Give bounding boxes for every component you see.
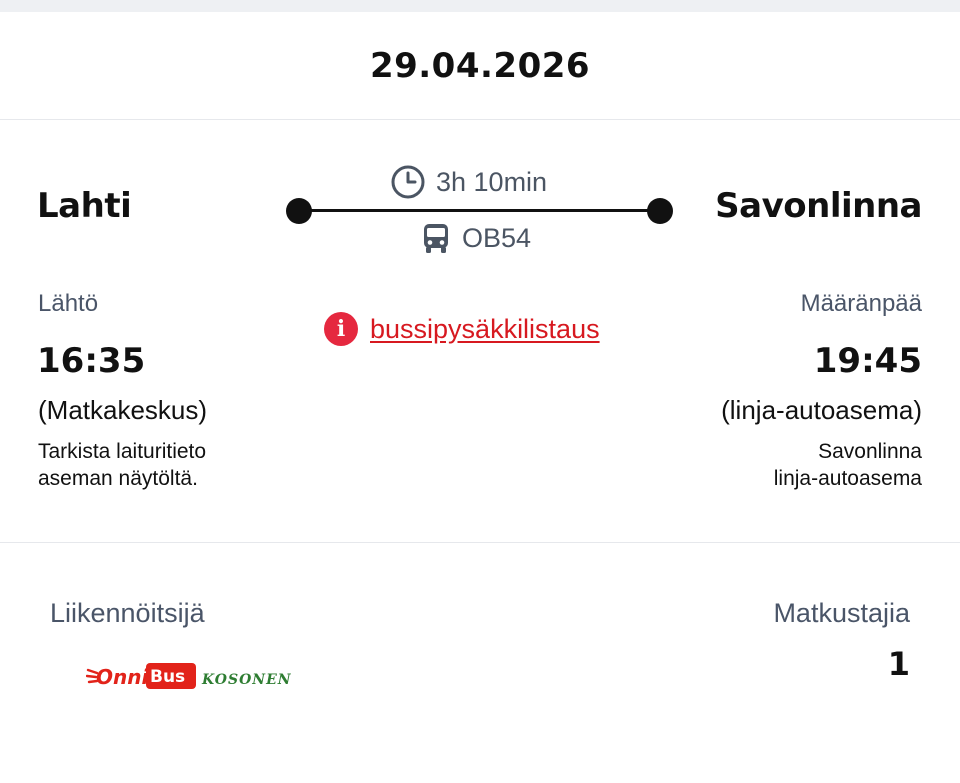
origin-city: Lahti (37, 186, 132, 226)
passengers-count: 1 (887, 645, 910, 683)
line-code-text: OB54 (462, 222, 532, 253)
bus-stop-list-link-text[interactable]: bussipysäkkilistaus (370, 314, 600, 345)
operator-label: Liikennöitsijä (50, 598, 205, 628)
svg-text:Bus: Bus (150, 667, 185, 687)
info-icon: i (324, 312, 358, 346)
svg-text:KOSONEN: KOSONEN (201, 672, 292, 688)
arrival-station: (linja-autoasema) (721, 395, 922, 425)
date-header: 29.04.2026 (0, 12, 960, 120)
arrival-label: Määränpää (800, 290, 922, 317)
bus-stop-list-link[interactable]: i bussipysäkkilistaus (324, 312, 600, 346)
arrival-note-line2: linja-autoasema (773, 467, 922, 490)
clock-icon (390, 164, 426, 200)
route-line (298, 209, 660, 212)
destination-city: Savonlinna (715, 186, 922, 226)
arrival-note: Savonlinna linja-autoasema (774, 438, 922, 492)
top-strip (0, 0, 960, 12)
trip-date: 29.04.2026 (369, 45, 591, 86)
destination-dot (647, 198, 673, 224)
onnibus-kosonen-logo: Onni Bus KOSONEN (86, 663, 292, 689)
departure-note-line1: Tarkista laituritieto (38, 440, 207, 463)
section-divider (0, 542, 960, 543)
arrival-time: 19:45 (813, 341, 922, 381)
departure-station: (Matkakeskus) (38, 395, 208, 425)
origin-dot (286, 198, 312, 224)
departure-note-line2: aseman näytöltä. (38, 467, 198, 490)
departure-label: Lähtö (38, 290, 99, 317)
svg-text:Onni: Onni (96, 665, 149, 689)
operator-logo: Onni Bus KOSONEN (86, 660, 316, 692)
trip-duration: 3h 10min (390, 164, 547, 200)
departure-time: 16:35 (37, 341, 146, 381)
duration-text: 3h 10min (436, 166, 548, 197)
bus-line: OB54 (422, 222, 531, 254)
departure-note: Tarkista laituritieto aseman näytöltä. (38, 438, 206, 492)
arrival-note-line1: Savonlinna (818, 440, 922, 463)
passengers-label: Matkustajia (773, 598, 910, 628)
bus-icon (422, 222, 450, 254)
